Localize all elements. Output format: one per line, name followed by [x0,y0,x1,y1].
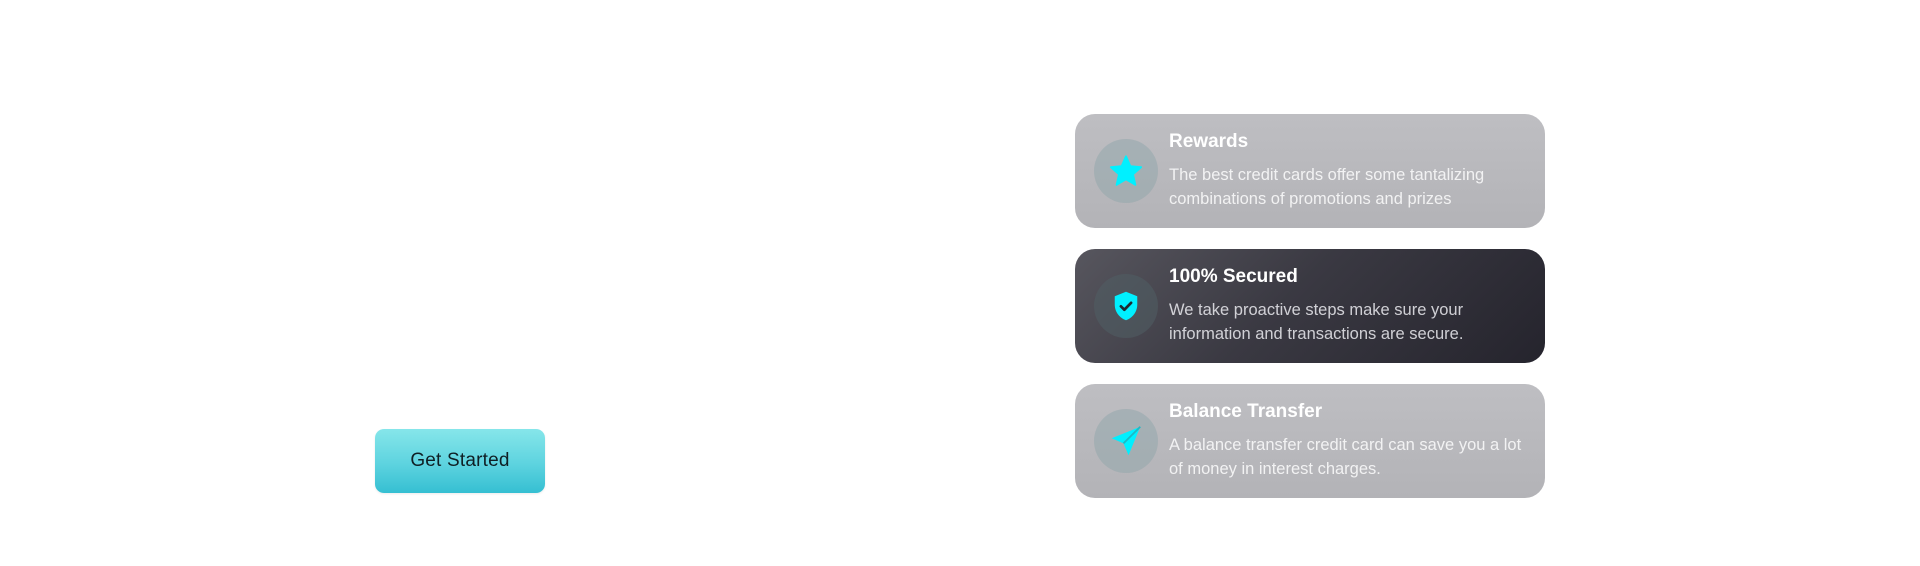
feature-description: The best credit cards offer some tantali… [1169,166,1485,208]
get-started-button[interactable]: Get Started [375,429,545,493]
feature-description: We take proactive steps make sure your i… [1169,301,1464,343]
feature-title: 100% Secured [1169,266,1298,287]
shield-check-icon [1094,274,1158,338]
feature-title: Balance Transfer [1169,401,1323,422]
send-icon [1094,409,1158,473]
feature-card-balance-transfer[interactable]: Balance Transfer A balance transfer cred… [1075,384,1545,498]
feature-card-secured[interactable]: 100% Secured We take proactive steps mak… [1075,249,1545,363]
feature-title: Rewards [1169,131,1249,152]
feature-list: Rewards The best credit cards offer some… [1075,114,1545,519]
star-icon [1094,139,1158,203]
feature-description: A balance transfer credit card can save … [1169,436,1522,478]
feature-card-rewards[interactable]: Rewards The best credit cards offer some… [1075,114,1545,228]
page: Get Started Rewards The best credit card… [0,0,1920,566]
